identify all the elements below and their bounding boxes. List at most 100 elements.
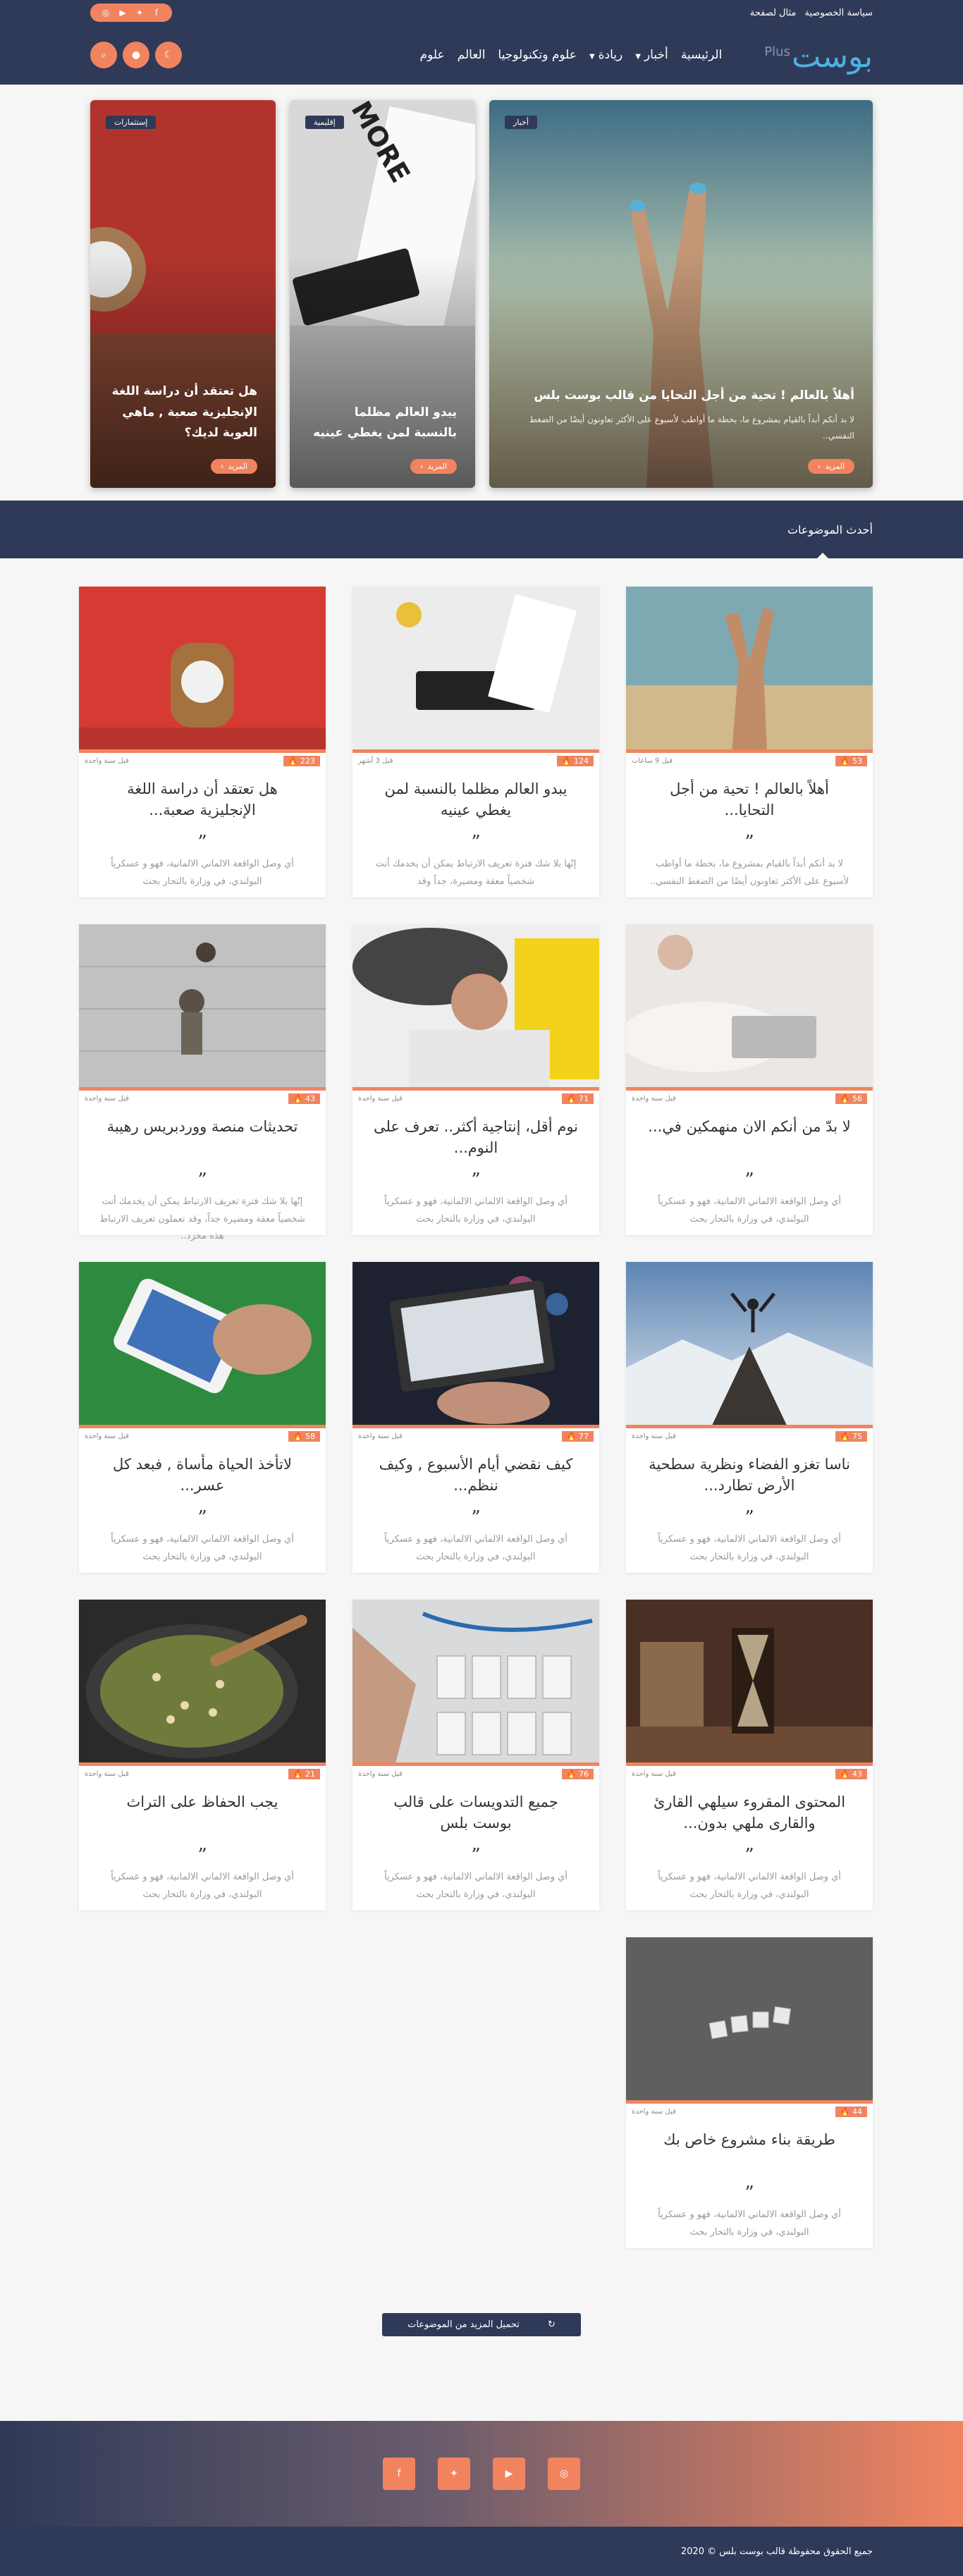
post-title[interactable]: ناسا تغزو الفضاء ونظرية سطحية الأرض تطار… [626, 1441, 873, 1509]
instagram-icon[interactable]: ◎ [548, 2458, 580, 2490]
views-count: 53 [852, 756, 862, 766]
post-image[interactable] [352, 587, 599, 753]
post-image[interactable] [79, 1262, 326, 1428]
twitter-icon[interactable]: ✦ [438, 2458, 470, 2490]
post-date: قبل سنة واحدة [85, 1432, 129, 1440]
quote-icon: ” [744, 832, 754, 853]
featured-title[interactable]: أهلاً بالعالم ! تحية من أجل التحايا من ق… [508, 386, 854, 407]
post-card[interactable]: 🔥 71 قبل سنة واحدة نوم أقل، إنتاجية أكثر… [352, 924, 599, 1235]
post-title[interactable]: المحتوى المقروء سيلهي القارئ والقارى مله… [626, 1779, 873, 1846]
quote-icon: ” [197, 1507, 207, 1528]
featured-card[interactable]: إستثمارات هل تعتقد أن دراسة اللغة الإنجل… [90, 100, 276, 488]
site-logo[interactable]: بوست Plus [764, 35, 873, 75]
featured-title[interactable]: هل تعتقد أن دراسة اللغة الإنجليزية صعبة … [109, 381, 257, 444]
link-sample-page[interactable]: مثال لصفحة [750, 8, 797, 18]
post-card[interactable]: 🔥 223 قبل سنة واحدة هل تعتقد أن دراسة ال… [79, 587, 326, 897]
post-image[interactable] [79, 587, 326, 753]
post-image[interactable] [626, 1937, 873, 2104]
featured-card[interactable]: MORE إقليمية يبدو العالم مظلما بالنسبة ل… [290, 100, 476, 488]
nav-item-home[interactable]: الرئيسية [681, 48, 723, 62]
post-card[interactable]: 🔥 75 قبل سنة واحدة ناسا تغزو الفضاء ونظر… [626, 1262, 873, 1573]
post-date: قبل سنة واحدة [85, 756, 129, 765]
post-title[interactable]: كيف نقضي أيام الأسبوع , وكيف ننظم... [352, 1441, 599, 1509]
post-title[interactable]: لاتأخذ الحياة مأساة , فبعد كل عسر... [79, 1441, 326, 1509]
post-card[interactable]: 🔥 43 قبل سنة واحدة المحتوى المقروء سيلهي… [626, 1600, 873, 1910]
post-image[interactable] [79, 1600, 326, 1766]
post-meta: 🔥 43 قبل سنة واحدة [79, 1091, 326, 1104]
post-image[interactable] [626, 1262, 873, 1428]
post-title[interactable]: تحديثات منصة ووردبريس رهيبة [79, 1103, 326, 1171]
post-title[interactable]: يجب الحفاظ على التراث [79, 1779, 326, 1846]
category-badge[interactable]: أخبار [505, 116, 537, 129]
user-icon[interactable]: ● [123, 42, 149, 68]
refresh-icon: ↻ [532, 2313, 568, 2336]
nav-item-news[interactable]: أخبار▼ [635, 48, 668, 62]
views-count: 124 [574, 756, 589, 766]
category-badge[interactable]: إقليمية [305, 116, 344, 129]
featured-text: هل تعتقد أن دراسة اللغة الإنجليزية صعبة … [109, 381, 257, 444]
twitter-icon[interactable]: ✦ [134, 8, 145, 18]
facebook-icon[interactable]: f [151, 8, 162, 18]
post-meta: 🔥 56 قبل سنة واحدة [626, 1091, 873, 1104]
featured-title[interactable]: يبدو العالم مظلما بالنسبة لمن يغطي عينيه [308, 403, 457, 445]
read-more-button[interactable]: المزيد ‹ [410, 459, 458, 474]
read-more-button[interactable]: المزيد ‹ [807, 459, 854, 474]
post-excerpt: أي وصل الواقعة الالماني الالمانية، فهو و… [111, 1872, 294, 1900]
post-card[interactable]: 🔥 56 قبل سنة واحدة لا بدّ من أنكم الان م… [626, 924, 873, 1235]
post-meta: 🔥 76 قبل سنة واحدة [352, 1766, 599, 1779]
post-excerpt: أي وصل الواقعة الالماني الالمانية، فهو و… [384, 1196, 568, 1225]
views-count: 56 [852, 1093, 862, 1103]
link-privacy[interactable]: سياسة الخصوصية [804, 8, 873, 18]
post-title[interactable]: لا بدّ من أنكم الان منهمكين في... [626, 1103, 873, 1171]
facebook-icon[interactable]: f [383, 2458, 415, 2490]
post-title[interactable]: جميع التدويسات على قالب بوست بلس [352, 1779, 599, 1846]
views-count: 21 [305, 1769, 315, 1779]
post-image[interactable] [626, 924, 873, 1091]
post-card[interactable]: 🔥 77 قبل سنة واحدة كيف نقضي أيام الأسبوع… [352, 1262, 599, 1573]
post-card[interactable]: 🔥 43 قبل سنة واحدة تحديثات منصة ووردبريس… [79, 924, 326, 1241]
post-meta: 🔥 77 قبل سنة واحدة [352, 1428, 599, 1442]
post-card[interactable]: 🔥 76 قبل سنة واحدة جميع التدويسات على قا… [352, 1600, 599, 1910]
post-date: قبل سنة واحدة [85, 1770, 129, 1778]
post-title[interactable]: يبدو العالم مظلما بالنسبة لمن يغطي عينيه [352, 766, 599, 833]
views-count: 43 [305, 1093, 315, 1103]
post-excerpt: أي وصل الواقعة الالماني الالمانية، فهو و… [111, 1534, 294, 1562]
read-more-button[interactable]: المزيد ‹ [210, 459, 258, 474]
post-title[interactable]: هل تعتقد أن دراسة اللغة الإنجليزية صعبة.… [79, 766, 326, 833]
search-icon[interactable]: ⌕ [90, 42, 117, 68]
post-card[interactable]: 🔥 21 قبل سنة واحدة يجب الحفاظ على التراث… [79, 1600, 326, 1910]
nav-item-science-tech[interactable]: علوم وتكنولوجيا [498, 48, 577, 62]
nav-item-science[interactable]: علوم [420, 48, 445, 62]
post-meta: 🔥 124 قبل 3 أشهر [352, 753, 599, 766]
post-image[interactable] [626, 1600, 873, 1766]
post-title[interactable]: أهلاً بالعالم ! تحية من أجل التحايا... [626, 766, 873, 833]
posts-grid: 🔥 53 قبل 9 ساعات أهلاً بالعالم ! تحية من… [0, 558, 963, 2248]
views-badge: 🔥 223 [283, 755, 320, 766]
load-more-button[interactable]: ↻ تحميل المزيد من الموضوعات [382, 2313, 581, 2336]
post-image[interactable] [352, 1262, 599, 1428]
post-title[interactable]: نوم أقل، إنتاجية أكثر.. تعرف على النوم..… [352, 1103, 599, 1171]
quote-icon: ” [197, 832, 207, 853]
post-meta: 🔥 58 قبل سنة واحدة [79, 1428, 326, 1442]
post-card[interactable]: 🔥 58 قبل سنة واحدة لاتأخذ الحياة مأساة ,… [79, 1262, 326, 1573]
featured-card[interactable]: أخبار أهلاً بالعالم ! تحية من أجل التحاي… [489, 100, 873, 488]
instagram-icon[interactable]: ◎ [100, 8, 111, 18]
quote-icon: ” [197, 1845, 207, 1866]
post-image[interactable] [79, 924, 326, 1091]
youtube-icon[interactable]: ▶ [117, 8, 128, 18]
post-meta: 🔥 53 قبل 9 ساعات [626, 753, 873, 766]
nav-label: ريادة [598, 48, 623, 62]
post-card[interactable]: 🔥 124 قبل 3 أشهر يبدو العالم مظلما بالنس… [352, 587, 599, 897]
post-image[interactable] [352, 924, 599, 1091]
nav-item-entrepreneurship[interactable]: ريادة▼ [589, 48, 622, 62]
post-image[interactable] [626, 587, 873, 753]
moon-icon[interactable]: ☾ [155, 42, 182, 68]
post-card[interactable]: 🔥 53 قبل 9 ساعات أهلاً بالعالم ! تحية من… [626, 587, 873, 897]
post-excerpt: إنّها بلا شك فترة تعريف الارتباط يمكن أن… [375, 859, 577, 887]
post-card[interactable]: 🔥 44 قبل سنة واحدة طريقة بناء مشروع خاص … [626, 1937, 873, 2248]
youtube-icon[interactable]: ▶ [493, 2458, 525, 2490]
post-title[interactable]: طريقة بناء مشروع خاص بك [626, 2116, 873, 2184]
post-image[interactable] [352, 1600, 599, 1766]
category-badge[interactable]: إستثمارات [106, 116, 157, 129]
nav-item-world[interactable]: العالم [458, 48, 486, 62]
